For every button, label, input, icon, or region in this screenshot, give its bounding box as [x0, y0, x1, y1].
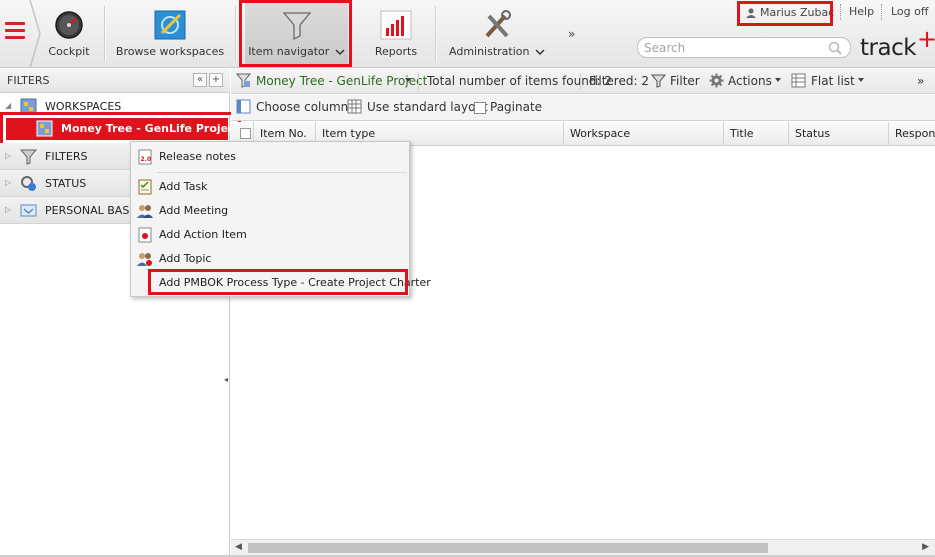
layout-toolbar: Choose columns Use standard layout Pagin…: [231, 95, 935, 121]
menu-item-release-notes[interactable]: 2.0 Release notes: [131, 146, 409, 168]
paginate-checkbox[interactable]: [474, 102, 486, 114]
workspace-selector[interactable]: Money Tree - GenLife Project: [256, 74, 427, 88]
actions-button[interactable]: Actions: [728, 74, 772, 88]
menu-item-add-pmbok-process[interactable]: Add PMBOK Process Type - Create Project …: [131, 272, 431, 294]
tree-label-project: Money Tree - GenLife Project: [61, 122, 240, 135]
scroll-right-icon[interactable]: ▶: [922, 542, 929, 552]
navigator-toolbar: Money Tree - GenLife Project Total numbe…: [231, 69, 935, 94]
column-header-workspace[interactable]: Workspace: [563, 122, 723, 146]
panel-collapse-handle[interactable]: ◂: [224, 375, 230, 387]
nav-reports-label: Reports: [374, 45, 418, 58]
divider: [881, 4, 882, 20]
select-all-checkbox[interactable]: [240, 128, 251, 139]
speedometer-icon: [55, 11, 83, 39]
menu-item-add-topic[interactable]: Add Topic: [131, 248, 409, 270]
logoff-link[interactable]: Log off: [891, 5, 928, 18]
column-header-status[interactable]: Status: [788, 122, 888, 146]
project-icon: [36, 120, 53, 137]
top-header: Cockpit Browse workspaces Item navigator: [0, 0, 935, 68]
flat-list-icon: [791, 73, 806, 88]
workspace-context-menu: 2.0 Release notes Add Task Add Meeting A…: [130, 141, 431, 297]
user-name: Marius Zubac: [760, 6, 835, 19]
nav-navigator-label: Item navigator: [245, 45, 348, 58]
divider: [840, 4, 841, 20]
column-header-title[interactable]: Title: [723, 122, 788, 146]
tree-label-filters: FILTERS: [45, 150, 88, 163]
workspace-filter-icon: [236, 73, 251, 88]
add-filter-button[interactable]: +: [209, 73, 223, 87]
search-input[interactable]: Search: [637, 37, 851, 58]
caret-down-icon[interactable]: [858, 78, 864, 82]
nav-browse-workspaces[interactable]: Browse workspaces: [110, 0, 230, 68]
column-header-responsible[interactable]: Responsible: [888, 122, 935, 146]
collapsed-arrow-icon[interactable]: ▷: [5, 205, 11, 214]
funnel-icon: [20, 149, 37, 165]
chevron-down-icon: [335, 48, 345, 55]
scroll-left-icon[interactable]: ◀: [235, 542, 242, 552]
main-menu-button[interactable]: [0, 0, 28, 68]
svg-text:2.0: 2.0: [141, 156, 152, 163]
nav-admin-label: Administration: [445, 45, 549, 58]
funnel-icon: [282, 12, 311, 40]
scrollbar-thumb[interactable]: [248, 543, 768, 553]
filter-button[interactable]: Filter: [670, 74, 700, 88]
layout-icon: [347, 99, 362, 114]
menu-item-add-meeting[interactable]: Add Meeting: [131, 200, 409, 222]
tree-node-money-tree-project[interactable]: Money Tree - GenLife Project: [6, 118, 240, 140]
expanded-arrow-icon[interactable]: ◢: [5, 101, 11, 110]
tree-label-status: STATUS: [45, 177, 87, 190]
choose-columns-button[interactable]: Choose columns: [256, 100, 355, 114]
basket-icon: [20, 204, 37, 217]
total-items-count: Total number of items found: 2: [427, 74, 612, 88]
topic-icon: [137, 253, 152, 266]
nav-cockpit-label: Cockpit: [48, 45, 90, 58]
search-placeholder: Search: [644, 41, 686, 55]
meeting-icon: [137, 205, 153, 218]
nav-reports[interactable]: Reports: [362, 0, 430, 68]
view-mode-selector[interactable]: Flat list: [811, 74, 855, 88]
nav-item-navigator[interactable]: Item navigator: [245, 0, 348, 68]
more-toolbar-button[interactable]: »: [917, 74, 924, 88]
collapse-panel-button[interactable]: «: [193, 73, 207, 87]
nav-cockpit[interactable]: Cockpit: [36, 0, 102, 68]
menu-item-add-task[interactable]: Add Task: [131, 176, 409, 198]
bar-chart-icon: [380, 10, 412, 40]
user-icon: [746, 8, 756, 18]
nav-browse-label: Browse workspaces: [115, 45, 225, 58]
gear-icon: [709, 73, 724, 88]
collapsed-arrow-icon[interactable]: ▷: [5, 151, 11, 160]
release-notes-icon: 2.0: [138, 149, 152, 165]
more-nav-button[interactable]: »: [568, 27, 575, 41]
caret-down-icon[interactable]: [775, 78, 781, 82]
paginate-label: Paginate: [490, 100, 543, 114]
help-link[interactable]: Help: [849, 5, 874, 18]
nav-administration[interactable]: Administration: [445, 0, 549, 68]
columns-icon: [236, 99, 251, 114]
horizontal-scrollbar[interactable]: ◀ ▶: [231, 539, 935, 556]
menu-item-add-action-item[interactable]: Add Action Item: [131, 224, 409, 246]
filtered-count: Filtered: 2: [589, 74, 649, 88]
chevron-down-icon: [535, 48, 545, 55]
tools-icon: [485, 10, 511, 38]
status-icon: [21, 176, 36, 191]
action-item-icon: [138, 227, 152, 243]
funnel-icon: [651, 74, 666, 88]
tree-node-workspaces[interactable]: ◢ WORKSPACES: [0, 93, 230, 120]
caret-down-icon[interactable]: [405, 78, 411, 82]
filters-panel-header: FILTERS « +: [0, 69, 230, 93]
filters-panel-title: FILTERS: [7, 74, 50, 87]
use-standard-layout-button[interactable]: Use standard layout: [367, 100, 488, 114]
workspaces-icon: [20, 98, 37, 115]
user-menu-link[interactable]: Marius Zubac: [742, 4, 834, 22]
task-icon: [138, 179, 152, 195]
search-icon[interactable]: [828, 41, 842, 55]
tree-label-workspaces: WORKSPACES: [45, 100, 122, 113]
track-plus-logo: track+: [860, 25, 935, 61]
collapsed-arrow-icon[interactable]: ▷: [5, 178, 11, 187]
workspaces-icon: [154, 10, 186, 40]
